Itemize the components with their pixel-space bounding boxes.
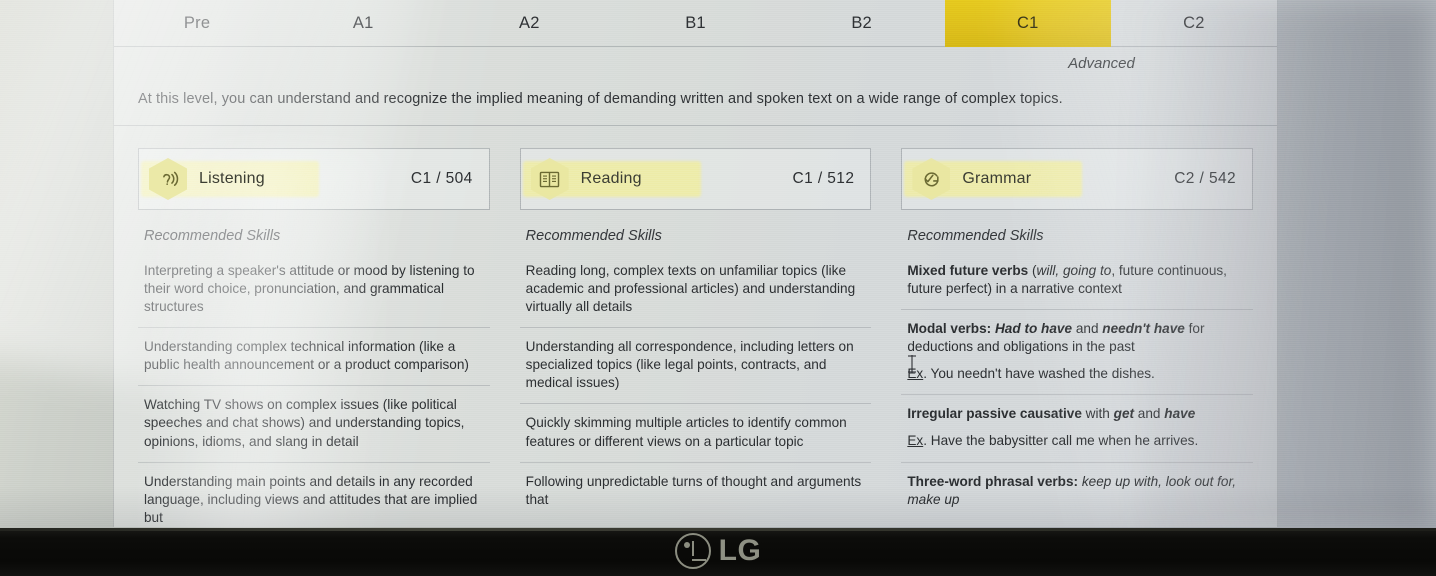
tab-pre[interactable]: Pre	[114, 0, 280, 46]
list-item: Watching TV shows on complex issues (lik…	[138, 386, 490, 463]
skill-column-reading: Reading C1 / 512 Recommended Skills Read…	[519, 148, 872, 527]
skill-list-grammar: Mixed future verbs (will, going to, futu…	[901, 252, 1254, 520]
skill-title-reading: Reading	[580, 170, 642, 187]
skill-card-left: Grammar	[904, 158, 1083, 200]
list-item: Following unpredictable turns of thought…	[525, 473, 862, 507]
tab-a1[interactable]: A1	[280, 0, 446, 46]
logo-nose	[691, 541, 695, 556]
list-item: Irregular passive causative with get and…	[901, 395, 1254, 463]
example-tag: Ex	[907, 366, 924, 382]
skill-score-reading: C1 / 512	[792, 170, 855, 187]
ear-sound-waves-icon	[163, 171, 179, 187]
skill-column-grammar: Grammar C2 / 542 Recommended Skills Mixe…	[901, 148, 1254, 527]
tab-b1[interactable]: B1	[612, 0, 778, 46]
grammar-badge	[912, 158, 951, 200]
cefr-level-tabs[interactable]: Pre A1 A2 B1 B2 C1 C2	[114, 0, 1277, 47]
tab-c1[interactable]: C1	[944, 0, 1111, 47]
recommended-skills-label-reading: Recommended Skills	[525, 228, 662, 244]
level-name-wrapper: Advanced	[114, 55, 1277, 72]
open-book-icon	[539, 171, 560, 187]
cefr-level-report-app: Pre A1 A2 B1 B2 C1 C2 Advanced At this l…	[113, 0, 1278, 527]
level-description: At this level, you can understand and re…	[138, 91, 1063, 107]
list-item: Understanding main points and details in…	[144, 473, 478, 525]
tab-b2[interactable]: B2	[779, 0, 945, 46]
skill-card-left: Reading	[522, 158, 701, 200]
logo-eye-dot	[683, 542, 690, 548]
skill-score-grammar: C2 / 542	[1174, 170, 1237, 187]
skill-card-listening[interactable]: Listening C1 / 504	[138, 148, 490, 210]
skill-list-reading: Reading long, complex texts on unfamilia…	[519, 252, 872, 520]
skill-score-listening: C1 / 504	[410, 170, 473, 187]
skill-card-grammar[interactable]: Grammar C2 / 542	[901, 148, 1254, 210]
list-item: Quickly skimming multiple articles to id…	[519, 404, 872, 463]
skill-card-reading[interactable]: Reading C1 / 512	[519, 148, 872, 210]
list-item: Understanding complex technical informat…	[138, 328, 490, 387]
list-item: Modal verbs: Had to have and needn't hav…	[901, 310, 1254, 396]
level-name-row: Advanced	[114, 47, 1277, 81]
list-item: Mixed future verbs (will, going to, futu…	[901, 252, 1254, 311]
skill-column-listening: Listening C1 / 504 Recommended Skills In…	[138, 148, 490, 527]
lg-wordmark: LG	[718, 534, 762, 567]
skill-title-listening: Listening	[199, 170, 265, 187]
skill-card-left: Listening	[141, 158, 319, 200]
tab-c2[interactable]: C2	[1111, 0, 1277, 46]
photographed-monitor: Pre A1 A2 B1 B2 C1 C2 Advanced At this l…	[0, 0, 1436, 576]
list-item: Understanding all correspondence, includ…	[519, 328, 872, 405]
listening-badge	[149, 158, 187, 200]
skill-list-listening: Interpreting a speaker's attitude or moo…	[138, 252, 490, 527]
recommended-skills-label-listening: Recommended Skills	[144, 228, 281, 244]
bezel-top-edge	[0, 528, 1436, 531]
grammar-check-g-icon	[924, 171, 939, 186]
lg-circle-face-logo	[674, 533, 711, 569]
example-line: Ex. Have the babysitter call me when he …	[907, 433, 1199, 449]
skill-columns: Listening C1 / 504 Recommended Skills In…	[114, 126, 1277, 527]
lg-logo: LG	[674, 533, 762, 569]
skill-title-grammar: Grammar	[962, 170, 1032, 187]
list-item: Reading long, complex texts on unfamilia…	[519, 252, 872, 329]
example-line: Ex. You needn't have washed the dishes.	[907, 366, 1155, 382]
list-item: Three-word phrasal verbs: keep up with, …	[907, 473, 1237, 507]
tab-a2[interactable]: A2	[446, 0, 612, 46]
reading-badge	[530, 158, 569, 200]
list-item: Interpreting a speaker's attitude or moo…	[138, 252, 490, 329]
logo-chin	[691, 558, 706, 561]
monitor-bezel: LG	[0, 528, 1436, 576]
recommended-skills-label-grammar: Recommended Skills	[907, 228, 1044, 244]
example-tag: Ex	[907, 433, 924, 449]
level-name: Advanced	[1068, 55, 1135, 72]
